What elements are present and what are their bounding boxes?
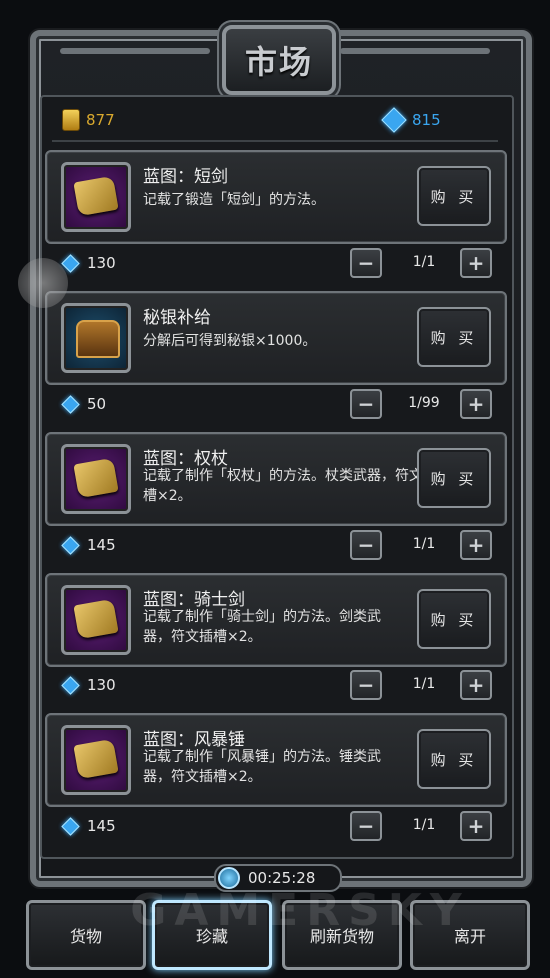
quantity-value: 1/1 — [412, 817, 436, 833]
decrease-quantity-button[interactable]: − — [350, 389, 382, 419]
item-slot[interactable] — [61, 725, 131, 795]
decrease-quantity-button[interactable]: − — [350, 530, 382, 560]
clock-icon — [218, 867, 240, 889]
gold-balance: 877 — [62, 106, 115, 134]
divider — [52, 140, 498, 142]
touch-indicator — [18, 258, 68, 308]
gold-amount: 877 — [86, 111, 115, 129]
item-description: 记载了锻造「短剑」的方法。 — [143, 192, 325, 208]
refresh-timer: 00:25:28 — [214, 864, 342, 892]
shop-item: 蓝图：权杖 记载了制作「权杖」的方法。杖类武器，符文插槽×2。 购 买 — [45, 432, 507, 526]
price-value: 130 — [87, 254, 116, 272]
buy-button[interactable]: 购 买 — [417, 166, 491, 226]
price-value: 130 — [87, 676, 116, 694]
decrease-quantity-button[interactable]: − — [350, 248, 382, 278]
buy-button[interactable]: 购 买 — [417, 307, 491, 367]
shop-item: 蓝图：骑士剑 记载了制作「骑士剑」的方法。剑类武器，符文插槽×2。 购 买 — [45, 573, 507, 667]
quantity-value: 1/1 — [412, 676, 436, 692]
frame-ornament-left — [60, 48, 210, 54]
quantity-value: 1/99 — [408, 395, 440, 411]
increase-quantity-button[interactable]: + — [460, 389, 492, 419]
price-value: 145 — [87, 817, 116, 835]
item-description: 记载了制作「骑士剑」的方法。剑类武器，符文插槽×2。 — [143, 609, 381, 645]
frame-ornament-right — [340, 48, 490, 54]
item-quantity-row: 145 − 1/1 + — [60, 809, 492, 843]
item-quantity-row: 145 − 1/1 + — [60, 528, 492, 562]
blueprint-scroll-icon — [73, 738, 119, 780]
item-name: 蓝图：短剑 — [143, 167, 228, 187]
price-value: 145 — [87, 536, 116, 554]
refresh-goods-button[interactable]: 刷新货物 — [282, 900, 402, 970]
shop-item: 蓝图：短剑 记载了锻造「短剑」的方法。 购 买 — [45, 150, 507, 244]
increase-quantity-button[interactable]: + — [460, 811, 492, 841]
tab-goods[interactable]: 货物 — [26, 900, 146, 970]
increase-quantity-button[interactable]: + — [460, 530, 492, 560]
gem-amount: 815 — [412, 111, 441, 129]
gem-icon — [61, 816, 80, 836]
tab-collection[interactable]: 珍藏 — [152, 900, 272, 970]
gem-icon — [61, 394, 80, 414]
item-price: 50 — [61, 394, 107, 414]
item-slot[interactable] — [61, 585, 131, 655]
buy-button[interactable]: 购 买 — [417, 729, 491, 789]
item-price: 130 — [61, 253, 116, 273]
buy-button[interactable]: 购 买 — [417, 589, 491, 649]
blueprint-scroll-icon — [73, 598, 119, 640]
buy-button[interactable]: 购 买 — [417, 448, 491, 508]
gold-icon — [62, 109, 80, 131]
item-quantity-row: 130 − 1/1 + — [60, 668, 492, 702]
price-value: 50 — [87, 395, 107, 413]
gem-icon — [61, 535, 80, 555]
decrease-quantity-button[interactable]: − — [350, 811, 382, 841]
item-slot[interactable] — [61, 444, 131, 514]
item-description: 记载了制作「权杖」的方法。杖类武器，符文插槽×2。 — [143, 468, 437, 504]
blueprint-scroll-icon — [73, 175, 119, 217]
shop-item: 秘银补给 分解后可得到秘银×1000。 购 买 — [45, 291, 507, 385]
page-title: 市场 — [244, 43, 313, 81]
item-slot[interactable] — [61, 303, 131, 373]
decrease-quantity-button[interactable]: − — [350, 670, 382, 700]
leave-button[interactable]: 离开 — [410, 900, 530, 970]
item-price: 145 — [61, 816, 116, 836]
item-quantity-row: 130 − 1/1 + — [60, 246, 492, 280]
gem-balance: 815 — [381, 106, 441, 134]
item-description: 记载了制作「风暴锤」的方法。锤类武器，符文插槽×2。 — [143, 749, 381, 785]
treasure-chest-icon — [76, 320, 120, 358]
gem-icon — [61, 675, 80, 695]
blueprint-scroll-icon — [73, 457, 119, 499]
shop-item: 蓝图：风暴锤 记载了制作「风暴锤」的方法。锤类武器，符文插槽×2。 购 买 — [45, 713, 507, 807]
increase-quantity-button[interactable]: + — [460, 670, 492, 700]
item-quantity-row: 50 − 1/99 + — [60, 387, 492, 421]
item-price: 145 — [61, 535, 116, 555]
quantity-value: 1/1 — [412, 536, 436, 552]
item-description: 分解后可得到秘银×1000。 — [143, 333, 317, 349]
timer-value: 00:25:28 — [248, 869, 316, 887]
quantity-value: 1/1 — [412, 254, 436, 270]
item-slot[interactable] — [61, 162, 131, 232]
gem-icon — [381, 107, 407, 133]
increase-quantity-button[interactable]: + — [460, 248, 492, 278]
title-plate: 市场 — [222, 25, 336, 95]
item-price: 130 — [61, 675, 116, 695]
item-name: 秘银补给 — [143, 308, 211, 328]
